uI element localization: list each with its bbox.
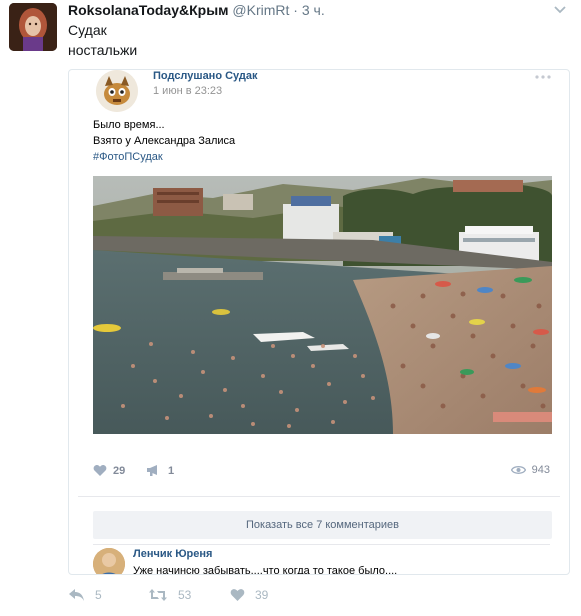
vk-like-button[interactable]: 29	[93, 464, 125, 477]
vk-views: 943	[510, 464, 550, 476]
tweet-text: Судак ностальжи	[68, 20, 137, 60]
vk-post-text-line: Взято у Александра Залиса	[93, 135, 236, 147]
vk-post-text-line: Было время...	[93, 119, 165, 131]
vk-post-actions: 29 1 943	[93, 464, 550, 484]
retweet-icon	[149, 589, 167, 601]
vk-share-count: 1	[168, 464, 175, 477]
reply-arrow-icon	[69, 589, 84, 601]
tweet-text-line: Судак	[68, 22, 107, 38]
vk-post-card[interactable]: Подслушано Судак 1 июн в 23:23 Было врем…	[68, 69, 570, 575]
commenter-avatar-image	[93, 548, 125, 574]
vk-like-count: 29	[113, 464, 126, 477]
comment-text: Уже начинсю забывать....что когда то так…	[133, 565, 398, 575]
vk-comment-divider	[93, 544, 550, 545]
show-comments-button[interactable]: Показать все 7 комментариев	[93, 511, 552, 539]
reply-count: 5	[95, 588, 102, 602]
commenter-avatar[interactable]	[93, 548, 125, 574]
retweet-button[interactable]: 53	[148, 588, 191, 602]
heart-icon	[93, 465, 107, 476]
beach-photo[interactable]	[93, 176, 552, 434]
author-name[interactable]: RoksolanaToday&Крым	[68, 2, 229, 18]
vk-group-avatar[interactable]	[96, 70, 138, 112]
tweet-header: RoksolanaToday&Крым @KrimRt · 3 ч.	[68, 2, 541, 19]
vk-post-date[interactable]: 1 июн в 23:23	[153, 85, 222, 97]
like-count: 39	[255, 588, 269, 602]
beach-photo-image	[93, 176, 552, 434]
chevron-down-icon[interactable]	[553, 4, 567, 14]
tweet-time[interactable]: 3 ч.	[302, 2, 325, 18]
megaphone-icon	[147, 465, 157, 476]
heart-icon	[230, 589, 245, 601]
retweet-count: 53	[178, 588, 192, 602]
vk-hashtag-link[interactable]: #ФотоПСудак	[93, 149, 235, 165]
author-avatar[interactable]	[9, 3, 57, 51]
vk-group-name[interactable]: Подслушано Судак	[153, 70, 258, 82]
vk-divider	[78, 496, 560, 497]
more-dots-icon[interactable]	[534, 74, 552, 80]
like-button[interactable]: 39	[230, 588, 268, 602]
reply-button[interactable]: 5	[68, 588, 102, 602]
eye-icon	[510, 466, 526, 474]
vk-group-avatar-image	[96, 70, 138, 112]
vk-post-text: Было время... Взято у Александра Залиса …	[93, 117, 235, 165]
vk-share-button[interactable]: 1	[146, 464, 174, 477]
vk-view-count: 943	[531, 464, 550, 476]
tweet-text-line: ностальжи	[68, 42, 138, 58]
author-handle[interactable]: @KrimRt	[232, 2, 289, 18]
commenter-name[interactable]: Ленчик Юреня	[133, 548, 212, 560]
author-avatar-image	[9, 3, 57, 51]
time-separator: ·	[293, 2, 298, 18]
